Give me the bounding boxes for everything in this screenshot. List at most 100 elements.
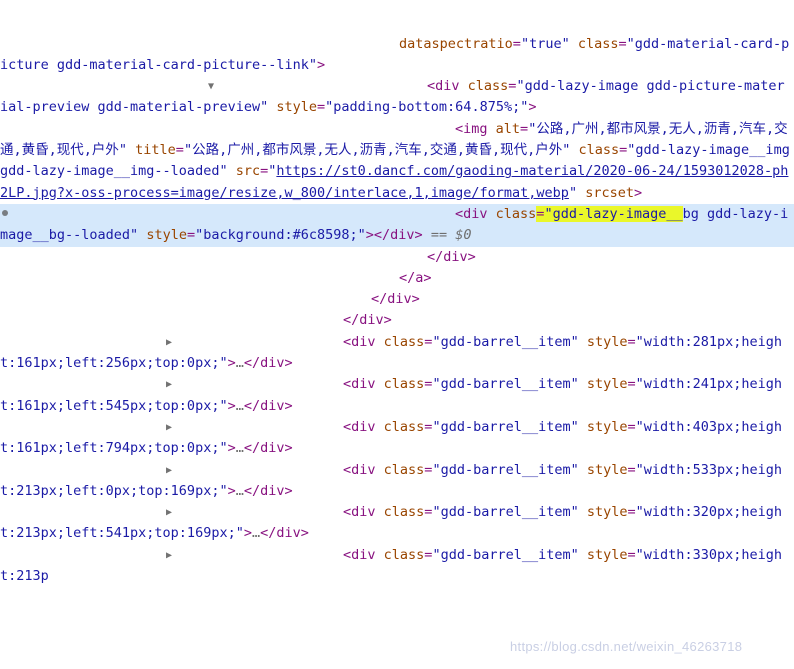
token-attr-value: "gdd-barrel__item" <box>432 461 579 478</box>
token-attr-name: style <box>586 376 628 393</box>
token-punct: = <box>186 227 196 244</box>
dom-tree-row[interactable]: <div class="gdd-barrel__item" style="wid… <box>0 332 794 375</box>
chevron-right-icon[interactable] <box>332 417 343 438</box>
token-punct: = <box>627 504 636 521</box>
token-punct: = <box>627 461 636 478</box>
token-attr-value: "gdd-barrel__item" <box>432 333 579 350</box>
token-punct: = <box>317 99 326 116</box>
token-tag: > <box>365 227 374 244</box>
token-attr-name: src <box>235 163 261 180</box>
chevron-down-icon[interactable] <box>416 76 427 97</box>
token-tag: </div> <box>343 312 392 329</box>
token-attr-name: style <box>586 418 628 435</box>
dom-tree-row[interactable]: <div class="gdd-barrel__item" style="wid… <box>0 502 794 545</box>
dom-tree-row-content: </div> <box>0 291 420 307</box>
dom-tree-row[interactable]: <img alt="公路,广州,都市风景,无人,沥青,汽车,交通,黄昏,现代,户… <box>0 119 794 204</box>
token-attr-name: alt <box>495 120 521 137</box>
token-attr-value: "gdd-barrel__item" <box>432 418 579 435</box>
token-tag: </div> <box>371 291 420 308</box>
token-tag: <div <box>343 376 376 393</box>
dom-tree-row[interactable]: <div class="gdd-lazy-image gdd-picture-m… <box>0 76 794 119</box>
token-ellipsis: … <box>235 440 244 457</box>
token-attr-name: style <box>146 227 187 244</box>
dom-tree-row[interactable]: </a> <box>0 268 794 289</box>
dom-tree-row-content: <div class="gdd-barrel__item" style="wid… <box>0 419 782 456</box>
token-tag: <div <box>427 78 460 95</box>
token-tag: > <box>227 355 236 372</box>
token-attr-name: srcset <box>585 184 635 201</box>
token-tag: </div> <box>260 525 309 542</box>
token-tag: > <box>227 440 236 457</box>
devtools-dom-tree[interactable]: dataspectratio="true" class="gdd-materia… <box>0 0 794 669</box>
token-ellipsis: … <box>235 355 244 372</box>
dom-tree-row[interactable]: </div> <box>0 247 794 268</box>
dom-tree-row-content: <div class="gdd-lazy-image__bg gdd-lazy-… <box>0 205 788 244</box>
chevron-right-icon[interactable] <box>332 502 343 523</box>
dom-tree-row[interactable]: <div class="gdd-lazy-image__bg gdd-lazy-… <box>0 203 794 247</box>
dom-tree-row[interactable]: </div> <box>0 289 794 310</box>
dom-tree-row-content: </div> <box>0 312 392 328</box>
token-attr-name: title <box>135 142 176 159</box>
token-tag: > <box>227 397 236 414</box>
token-tag: > <box>634 184 643 201</box>
token-ellipsis: … <box>235 482 244 499</box>
token-tag: </div> <box>243 440 293 457</box>
chevron-right-icon[interactable] <box>332 545 343 566</box>
bottom-clip-mask <box>0 662 794 669</box>
token-attr-value: "gdd-barrel__item" <box>432 546 579 563</box>
chevron-right-icon[interactable] <box>332 374 343 395</box>
dom-tree-row-content: dataspectratio="true" class="gdd-materia… <box>0 36 789 73</box>
dom-tree-row[interactable]: dataspectratio="true" class="gdd-materia… <box>0 34 794 77</box>
dom-tree-row[interactable]: <div class="gdd-barrel__item" style="wid… <box>0 460 794 503</box>
dom-tree-row[interactable]: <div class="gdd-barrel__item" style="wid… <box>0 545 794 588</box>
token-punct: = <box>627 333 636 350</box>
token-attr-name: class <box>383 504 425 521</box>
dom-tree-row-content: </div> <box>0 249 476 265</box>
token-tag: <div <box>343 333 376 350</box>
token-dollar: == $0 <box>422 227 472 244</box>
token-attr-value: " <box>568 184 578 201</box>
token-tag: </div> <box>373 227 423 244</box>
token-tag: > <box>316 56 326 73</box>
chevron-right-icon[interactable] <box>332 460 343 481</box>
token-tag: <img <box>455 120 488 137</box>
dom-tree-row-content: <div class="gdd-lazy-image gdd-picture-m… <box>0 78 785 115</box>
token-attr-name: class <box>578 142 620 159</box>
token-tag: <div <box>343 418 376 435</box>
token-attr-name: class <box>383 333 425 350</box>
token-attr-name: style <box>586 504 628 521</box>
token-attr-value: "background:#6c8598;" <box>195 227 366 244</box>
token-punct: = <box>175 142 184 159</box>
token-tag: <div <box>343 504 376 521</box>
dom-tree-row[interactable]: </div> <box>0 310 794 331</box>
token-tag: </div> <box>243 482 293 499</box>
token-attr-name: class <box>467 78 509 95</box>
token-attr-value: "公路,广州,都市风景,无人,沥青,汽车,交通,黄昏,现代,户外" <box>183 142 571 159</box>
token-attr-name: class <box>495 205 537 222</box>
dom-tree-row[interactable]: <div class="gdd-barrel__item" style="wid… <box>0 374 794 417</box>
token-attr-name: style <box>276 99 317 116</box>
token-attr-value: "gdd-barrel__item" <box>432 504 579 521</box>
token-punct: = <box>520 120 529 137</box>
token-attr-value: "padding-bottom:64.875%;" <box>325 99 529 116</box>
csdn-watermark: https://blog.csdn.net/weixin_46263718 <box>510 639 743 654</box>
dom-tree-row-content: <img alt="公路,广州,都市风景,无人,沥青,汽车,交通,黄昏,现代,户… <box>0 121 794 201</box>
dom-tree-row-content: <div class="gdd-barrel__item" style="wid… <box>0 462 782 499</box>
dom-tree-row[interactable]: <div class="gdd-barrel__item" style="wid… <box>0 417 794 460</box>
token-attr-name: style <box>586 546 628 563</box>
token-punct: = <box>627 546 636 563</box>
chevron-right-icon[interactable] <box>332 332 343 353</box>
token-attr-value: "gdd-lazy-image__ <box>544 205 683 222</box>
